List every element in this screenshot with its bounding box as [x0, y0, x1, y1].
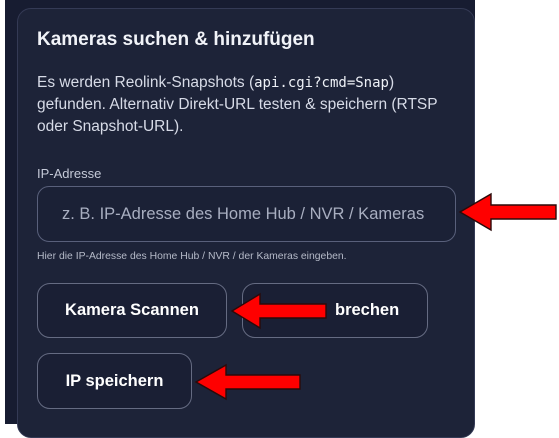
- ip-address-hint: Hier die IP-Adresse des Home Hub / NVR /…: [37, 251, 347, 262]
- red-arrow-left-icon: [458, 192, 557, 232]
- card-title: Kameras suchen & hinzufügen: [37, 29, 315, 50]
- ip-address-input[interactable]: [37, 186, 456, 242]
- red-arrow-left-icon: [230, 292, 327, 330]
- api-command-code: api.cgi?cmd=Snap: [254, 75, 389, 91]
- card-description: Es werden Reolink-Snapshots (api.cgi?cmd…: [37, 72, 462, 138]
- save-ip-button[interactable]: IP speichern: [37, 353, 192, 409]
- ip-address-label: IP-Adresse: [37, 166, 102, 181]
- scan-camera-button[interactable]: Kamera Scannen: [37, 283, 227, 338]
- description-text-before: Es werden Reolink-Snapshots (: [37, 74, 255, 91]
- red-arrow-left-icon: [194, 363, 301, 401]
